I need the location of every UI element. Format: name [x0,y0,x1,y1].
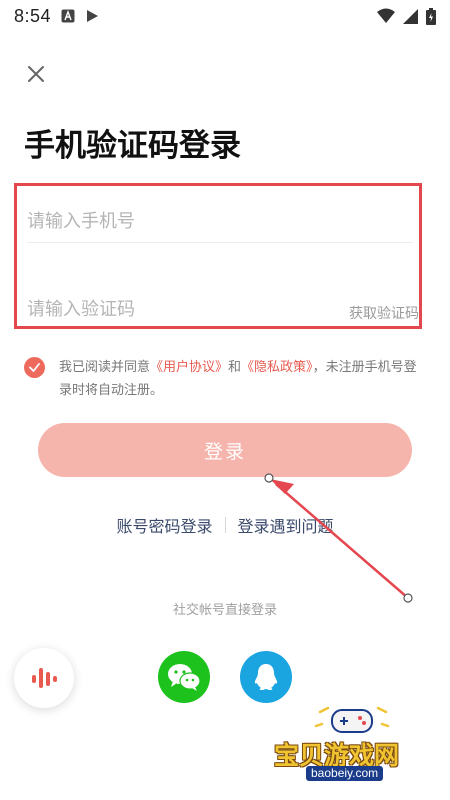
status-time: 8:54 [14,5,52,26]
status-left: 8:54 [14,6,99,27]
voice-wave-icon [32,668,57,688]
battery-icon [426,7,436,25]
wechat-login-button[interactable] [158,651,210,703]
wifi-icon [377,8,395,23]
privacy-policy-link[interactable]: 《隐私政策》 [241,360,313,375]
get-code-button[interactable]: 获取验证码 [349,303,419,323]
close-button[interactable] [24,62,48,86]
login-button[interactable]: 登录 [38,423,412,477]
watermark-url: baobeiy.com [306,766,384,781]
agreement-row: 我已阅读并同意《用户协议》和《隐私政策》，未注册手机号登录时将自动注册。 [24,356,424,402]
social-login-title: 社交帐号直接登录 [172,603,277,618]
status-right [377,7,436,25]
a-icon [61,9,75,23]
login-button-label: 登录 [203,440,246,463]
close-icon [28,66,44,82]
signal-icon [403,8,418,24]
field-divider [27,242,413,243]
login-problem-link[interactable]: 登录遇到问题 [238,513,334,537]
agreement-prefix: 我已阅读并同意 [59,360,151,375]
password-login-link[interactable]: 账号密码登录 [116,513,212,537]
agreement-and: 和 [228,360,242,375]
verification-code-input[interactable] [27,298,327,320]
user-agreement-link[interactable]: 《用户协议》 [150,360,228,375]
qq-icon [254,664,278,690]
play-icon [87,10,99,22]
phone-input[interactable] [27,210,327,232]
status-bar: 8:54 [0,0,450,32]
agreement-text: 我已阅读并同意《用户协议》和《隐私政策》，未注册手机号登录时将自动注册。 [59,356,424,402]
check-icon [29,363,40,372]
wechat-icon [168,664,201,691]
voice-assistant-button[interactable] [14,648,74,708]
agreement-checkbox[interactable] [24,357,45,378]
alt-login-links: 账号密码登录 登录遇到问题 [0,513,450,537]
qq-login-button[interactable] [240,651,292,703]
page-title: 手机验证码登录 [24,128,241,164]
alt-links-divider [224,517,226,533]
gamepad-icon [314,706,390,733]
phone-field [27,198,419,244]
login-form-highlight: 获取验证码 [14,183,422,329]
watermark-logo: 宝贝游戏网 baobeiy.com [272,700,444,792]
